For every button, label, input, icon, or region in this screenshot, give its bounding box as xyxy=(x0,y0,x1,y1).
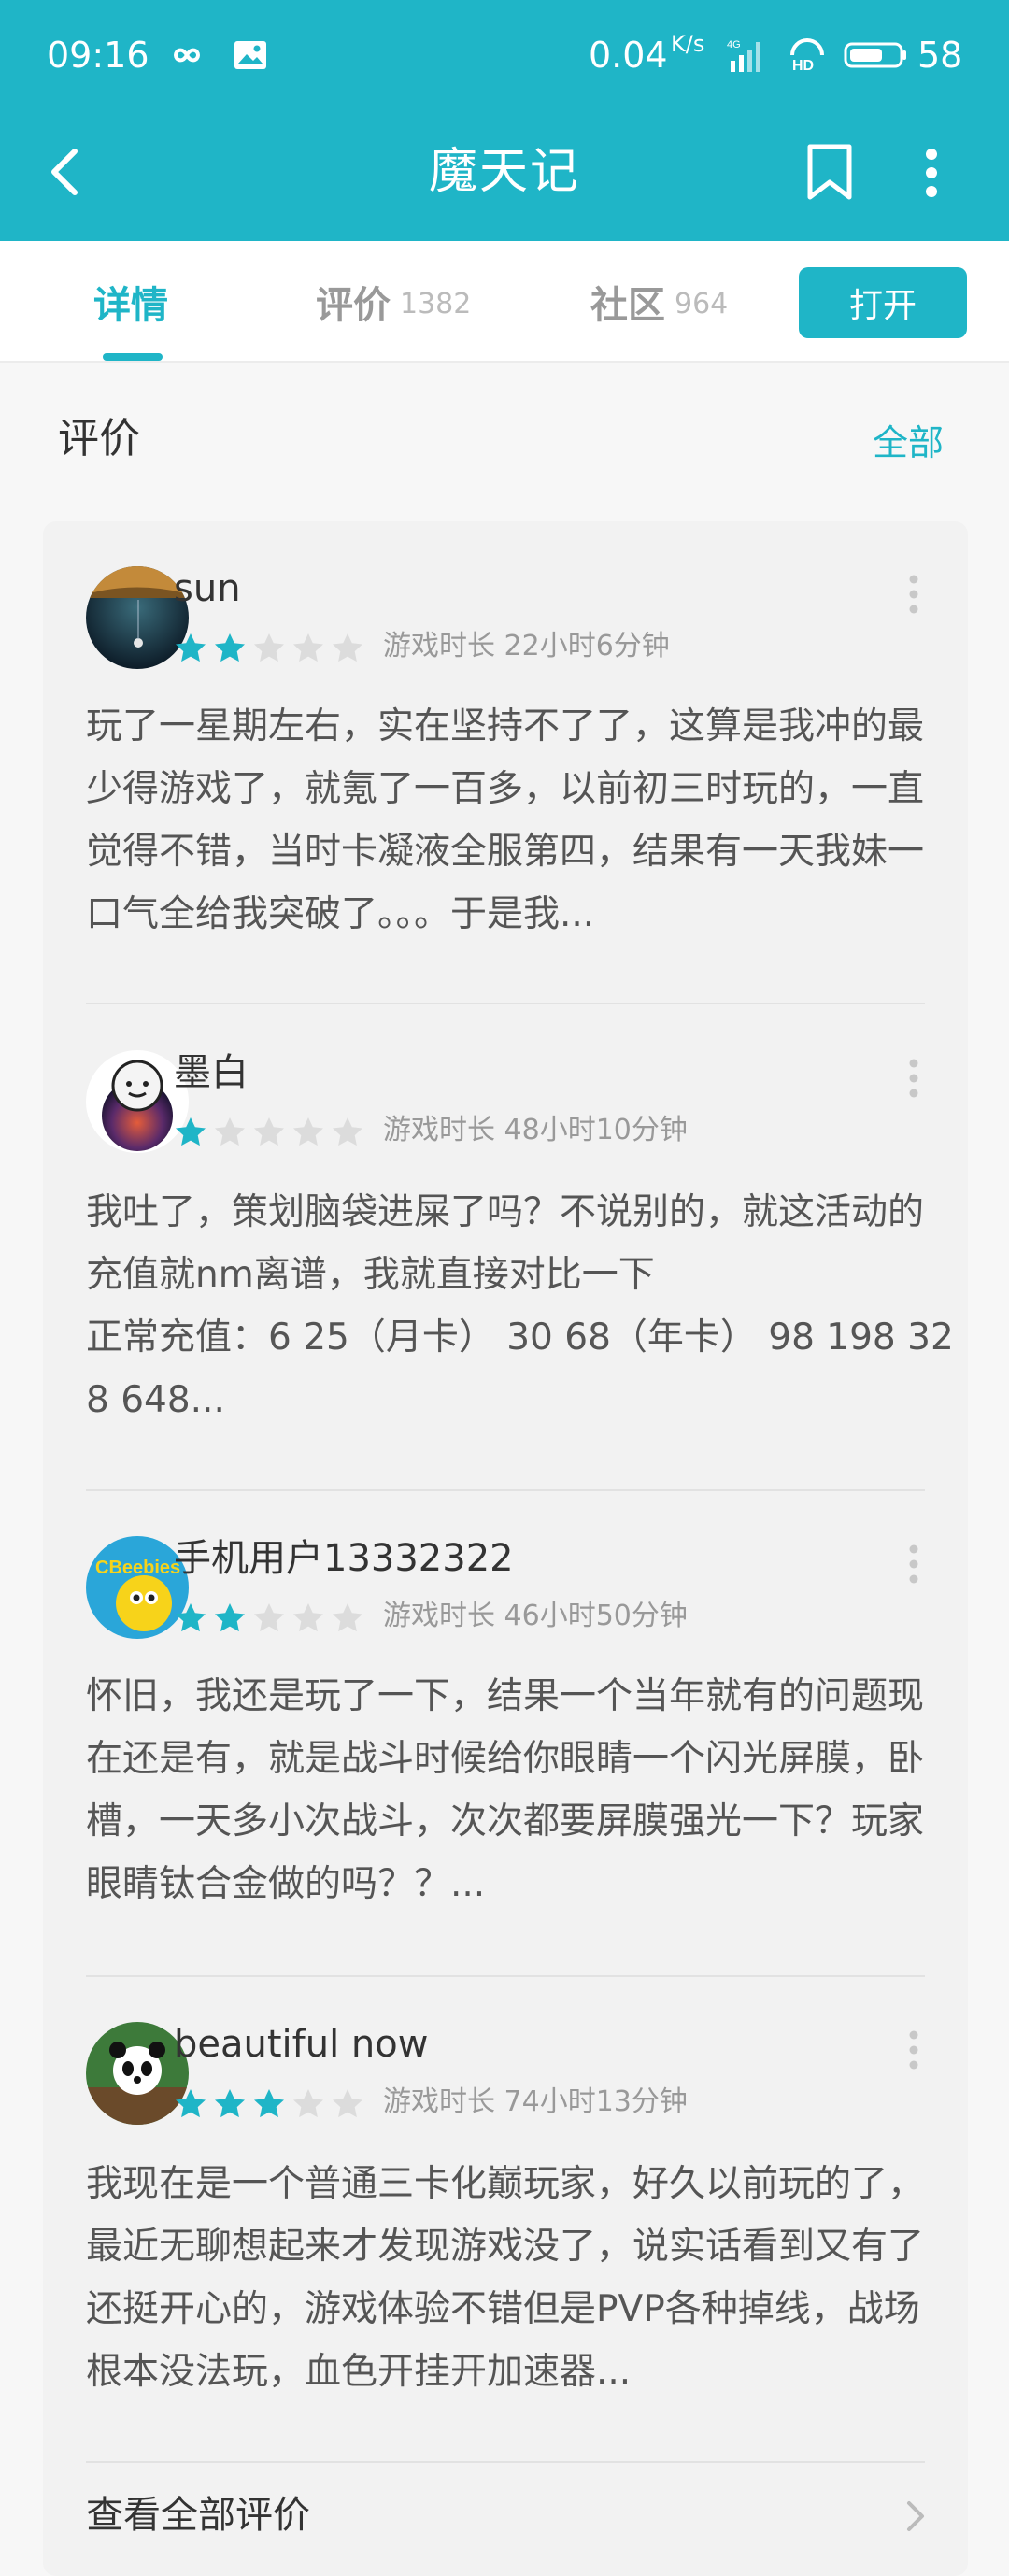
more-vertical-icon xyxy=(909,1544,918,1584)
divider xyxy=(86,1975,925,1977)
star-filled-icon xyxy=(215,633,245,662)
title-bar: 魔天记 xyxy=(0,103,1009,241)
infinity-icon xyxy=(161,30,213,80)
star-empty-icon xyxy=(333,1117,362,1146)
tab-active-indicator xyxy=(103,353,163,361)
tab-count: 964 xyxy=(675,287,729,320)
star-filled-icon xyxy=(176,1117,206,1146)
hd-icon: HD xyxy=(787,30,828,80)
review-more-button[interactable] xyxy=(895,1050,932,1106)
star-filled-icon xyxy=(176,2089,206,2118)
review-more-button[interactable] xyxy=(895,2022,932,2078)
signal-4g-icon: 4G xyxy=(727,30,768,80)
tab-reviews[interactable]: 评价 1382 xyxy=(316,241,471,363)
divider xyxy=(86,2461,925,2463)
view-all-link[interactable]: 全部 xyxy=(873,417,944,469)
svg-text:CBeebies: CBeebies xyxy=(95,1558,180,1578)
tab-details[interactable]: 详情 xyxy=(93,241,168,363)
tab-community[interactable]: 社区 964 xyxy=(590,241,728,363)
star-empty-icon xyxy=(254,1603,284,1632)
star-empty-icon xyxy=(215,1117,245,1146)
star-empty-icon xyxy=(254,1117,284,1146)
tab-bar: 详情 评价 1382 社区 964 打开 xyxy=(0,241,1009,363)
review-text[interactable]: 我现在是一个普通三卡化巅玩家，好久以前玩的了，最近无聊想起来才发现游戏没了，说实… xyxy=(86,2153,955,2403)
review-username[interactable]: beautiful now xyxy=(174,2018,428,2071)
more-vertical-icon xyxy=(909,575,918,614)
image-icon xyxy=(232,30,269,80)
app-header: 09:16 0.04 K/s 4G HD 58 魔天记 xyxy=(0,0,1009,241)
star-empty-icon xyxy=(333,633,362,662)
more-vertical-icon xyxy=(926,149,937,197)
rating-stars xyxy=(174,1116,364,1149)
review-username[interactable]: 墨白 xyxy=(174,1046,249,1099)
tab-count: 1382 xyxy=(400,287,472,320)
play-time: 游戏时长 22小时6分钟 xyxy=(383,630,670,662)
star-empty-icon xyxy=(293,2089,323,2118)
star-empty-icon xyxy=(293,1117,323,1146)
star-empty-icon xyxy=(333,1603,362,1632)
divider xyxy=(86,1489,925,1491)
review-text[interactable]: 怀旧，我还是玩了一下，结果一个当年就有的问题现在还是有，就是战斗时候给你眼睛一个… xyxy=(86,1665,955,1915)
review-more-button[interactable] xyxy=(895,566,932,622)
star-empty-icon xyxy=(293,1603,323,1632)
review-username[interactable]: sun xyxy=(174,562,241,615)
tab-label: 评价 xyxy=(316,284,391,327)
network-speed: 0.04 xyxy=(589,35,668,76)
more-vertical-icon xyxy=(909,1059,918,1098)
chevron-right-icon xyxy=(897,2493,934,2540)
more-vertical-icon xyxy=(909,2030,918,2070)
divider xyxy=(86,1003,925,1004)
svg-text:HD: HD xyxy=(792,58,814,74)
star-filled-icon xyxy=(215,1603,245,1632)
bookmark-button[interactable] xyxy=(792,131,867,215)
review-username[interactable]: 手机用户13332322 xyxy=(174,1532,514,1585)
review-text[interactable]: 我吐了，策划脑袋进屎了吗？不说别的，就这活动的充值就nm离谱，我就直接对比一下 … xyxy=(86,1181,955,1431)
rating-stars xyxy=(174,2087,364,2121)
star-filled-icon xyxy=(176,1603,206,1632)
review-more-button[interactable] xyxy=(895,1536,932,1592)
svg-text:4G: 4G xyxy=(727,39,741,50)
open-button[interactable]: 打开 xyxy=(799,267,967,338)
star-filled-icon xyxy=(176,633,206,662)
tab-label: 详情 xyxy=(93,284,168,327)
bookmark-icon xyxy=(807,144,852,200)
star-filled-icon xyxy=(254,2089,284,2118)
play-time: 游戏时长 46小时50分钟 xyxy=(383,1600,688,1632)
star-filled-icon xyxy=(215,2089,245,2118)
tab-label: 社区 xyxy=(590,284,665,327)
battery-level: 58 xyxy=(917,35,963,76)
star-empty-icon xyxy=(254,633,284,662)
review-text[interactable]: 玩了一星期左右，实在坚持不了了，这算是我冲的最少得游戏了，就氪了一百多，以前初三… xyxy=(86,695,955,946)
rating-stars xyxy=(174,632,364,665)
star-empty-icon xyxy=(293,633,323,662)
play-time: 游戏时长 48小时10分钟 xyxy=(383,1114,688,1146)
network-speed-unit: K/s xyxy=(671,31,705,57)
status-time: 09:16 xyxy=(47,35,149,76)
star-empty-icon xyxy=(333,2089,362,2118)
more-options-button[interactable] xyxy=(899,131,964,215)
see-all-label: 查看全部评价 xyxy=(86,2494,310,2537)
battery-icon xyxy=(843,30,910,80)
section-title: 评价 xyxy=(58,415,140,463)
rating-stars xyxy=(174,1601,364,1635)
see-all-reviews-button[interactable]: 查看全部评价 xyxy=(43,2467,968,2569)
status-bar: 09:16 0.04 K/s 4G HD 58 xyxy=(0,0,1009,103)
play-time: 游戏时长 74小时13分钟 xyxy=(383,2085,688,2118)
